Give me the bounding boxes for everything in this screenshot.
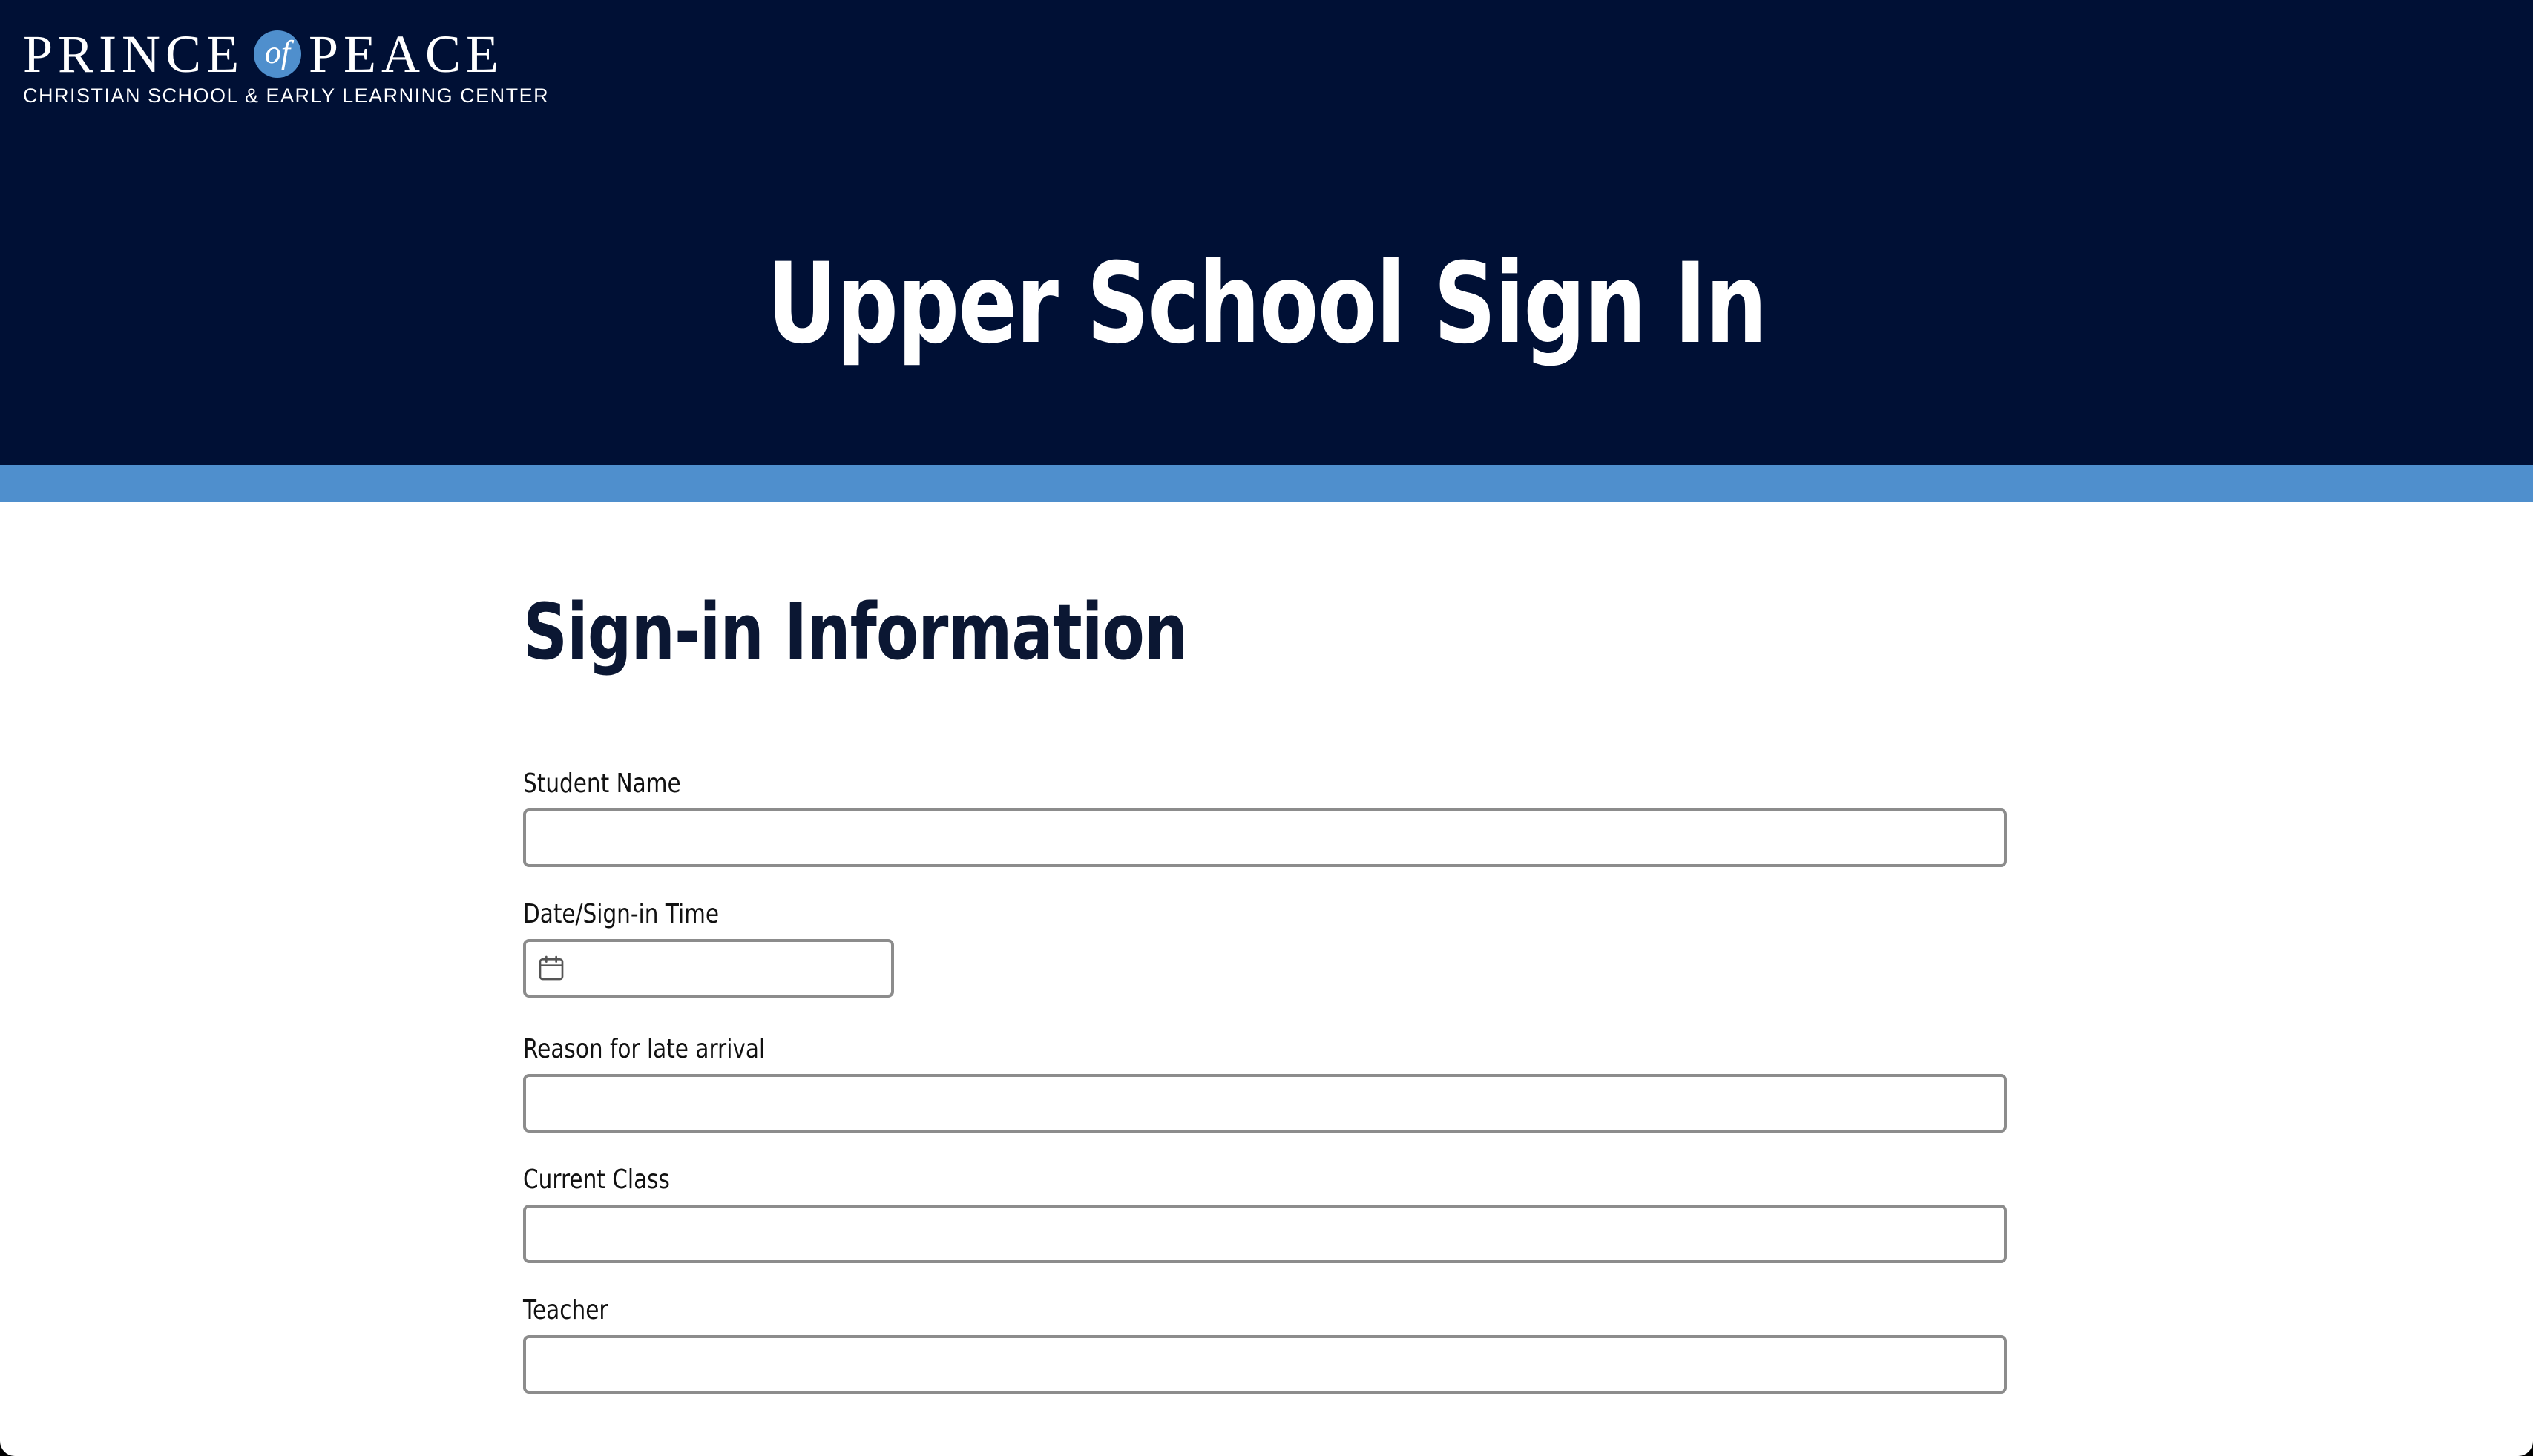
calendar-icon[interactable]: [536, 953, 566, 983]
header: PRINCE of PEACE CHRISTIAN SCHOOL & EARLY…: [0, 0, 2533, 465]
sign-in-form: Sign-in Information Student Name Date/Si…: [523, 502, 2007, 1456]
accent-divider: [0, 465, 2533, 502]
sign-in-time-input[interactable]: [523, 939, 894, 998]
logo-of-badge: of: [254, 30, 301, 78]
teacher-label: Teacher: [523, 1295, 608, 1325]
student-name-label: Student Name: [523, 768, 681, 799]
school-logo[interactable]: PRINCE of PEACE CHRISTIAN SCHOOL & EARLY…: [23, 24, 550, 108]
teacher-input[interactable]: [523, 1335, 2007, 1394]
page-title: Upper School Sign In: [766, 240, 1767, 369]
logo-word-prince: PRINCE: [23, 24, 245, 84]
current-class-input[interactable]: [523, 1205, 2007, 1263]
logo-word-peace: PEACE: [309, 24, 505, 84]
logo-wordmark: PRINCE of PEACE: [23, 24, 499, 84]
section-title: Sign-in Information: [523, 587, 1188, 677]
late-reason-input[interactable]: [523, 1074, 2007, 1133]
late-reason-label: Reason for late arrival: [523, 1034, 766, 1064]
student-name-input[interactable]: [523, 808, 2007, 867]
sign-in-time-label: Date/Sign-in Time: [523, 899, 720, 929]
logo-subtitle: CHRISTIAN SCHOOL & EARLY LEARNING CENTER: [23, 85, 550, 107]
sign-in-page: PRINCE of PEACE CHRISTIAN SCHOOL & EARLY…: [0, 0, 2533, 1456]
current-class-label: Current Class: [523, 1165, 670, 1195]
